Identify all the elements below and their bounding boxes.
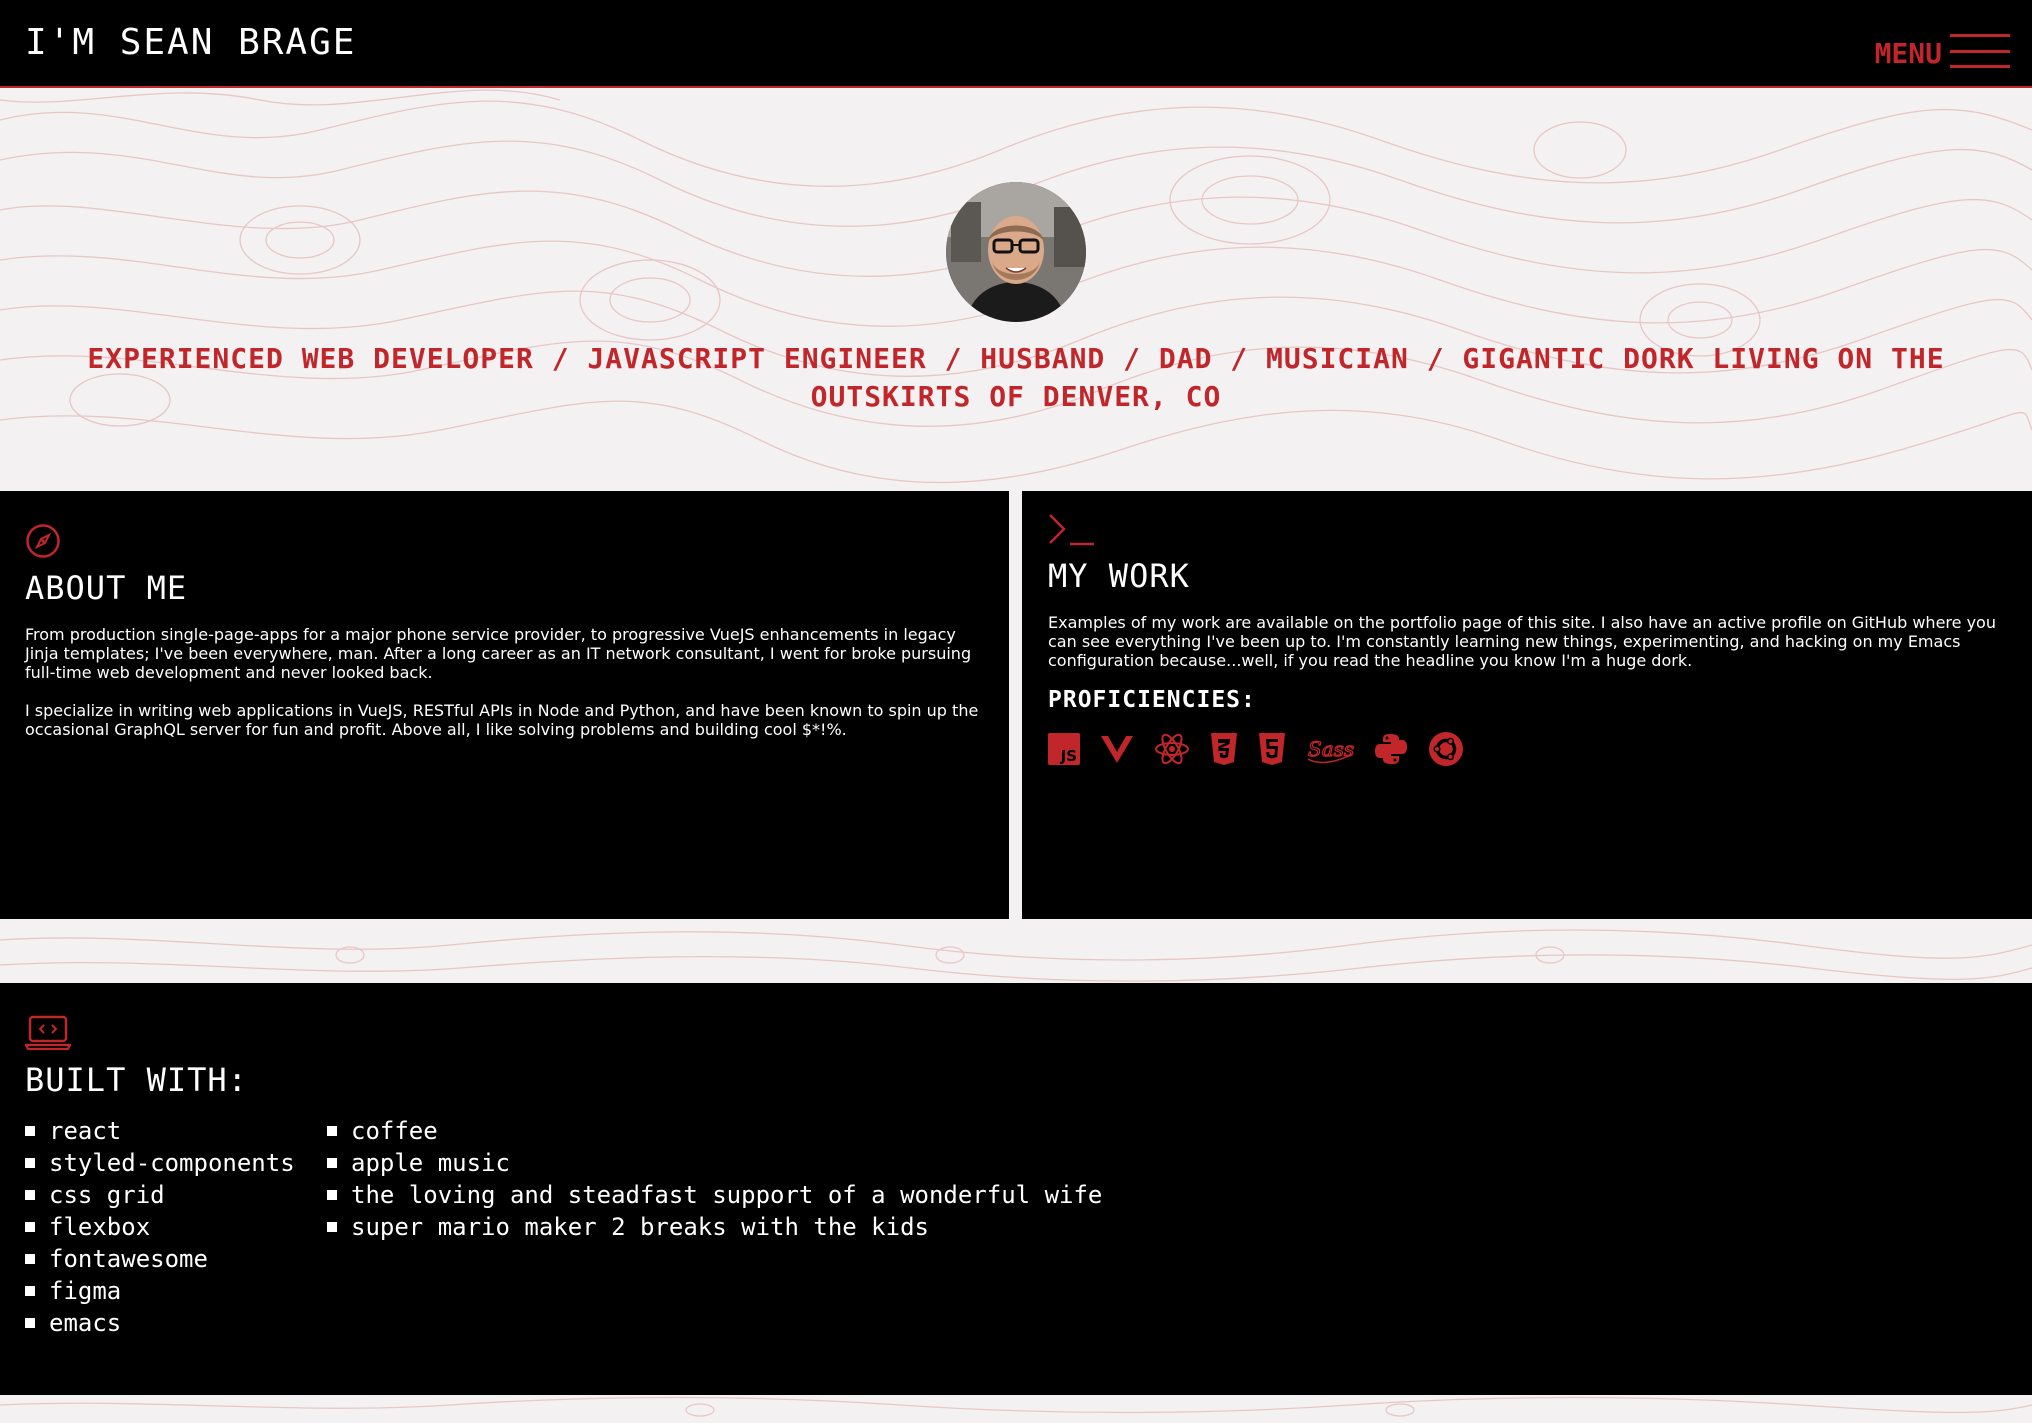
headline-tagline: EXPERIENCED WEB DEVELOPER / JAVASCRIPT E… — [87, 342, 1945, 413]
built-with-list-2: coffee apple music the loving and steadf… — [327, 1115, 1102, 1243]
proficiencies-icons: JS Sass — [1048, 731, 1484, 767]
list-item: react — [25, 1115, 295, 1147]
list-item: super mario maker 2 breaks with the kids — [327, 1211, 1102, 1243]
list-item: emacs — [25, 1307, 295, 1339]
list-item: flexbox — [25, 1211, 295, 1243]
compass-icon — [25, 523, 61, 563]
list-item: figma — [25, 1275, 295, 1307]
js-icon: JS — [1048, 732, 1080, 766]
html5-icon — [1258, 732, 1286, 766]
about-title: ABOUT ME — [25, 569, 188, 607]
menu-label: MENU — [1874, 37, 1942, 70]
list-item: fontawesome — [25, 1243, 295, 1275]
built-with-list-1: react styled-components css grid flexbox… — [25, 1115, 295, 1339]
work-paragraph: Examples of my work are available on the… — [1048, 613, 1996, 670]
list-item: css grid — [25, 1179, 295, 1211]
sass-icon: Sass — [1306, 732, 1354, 766]
about-paragraph-2: I specialize in writing web applications… — [25, 701, 979, 739]
hero-section: EXPERIENCED WEB DEVELOPER / JAVASCRIPT E… — [0, 90, 2032, 490]
built-with-panel: BUILT WITH: react styled-components css … — [0, 983, 2032, 1395]
python-icon — [1374, 732, 1408, 766]
ubuntu-icon — [1428, 731, 1464, 767]
built-with-title: BUILT WITH: — [25, 1061, 248, 1099]
list-item: coffee — [327, 1115, 1102, 1147]
site-title[interactable]: I'M SEAN BRAGE — [25, 22, 356, 63]
site-header: I'M SEAN BRAGE MENU — [0, 0, 2032, 88]
list-item: apple music — [327, 1147, 1102, 1179]
about-paragraph-1: From production single-page-apps for a m… — [25, 625, 972, 682]
laptop-code-icon — [24, 1015, 72, 1055]
menu-button[interactable]: MENU — [1875, 28, 2010, 68]
list-item: the loving and steadfast support of a wo… — [327, 1179, 1102, 1211]
svg-text:Sass: Sass — [1308, 737, 1354, 761]
list-item: styled-components — [25, 1147, 295, 1179]
css3-icon — [1210, 732, 1238, 766]
proficiencies-title: PROFICIENCIES: — [1048, 687, 1256, 713]
work-panel: MY WORK Examples of my work are availabl… — [1022, 491, 2032, 919]
about-panel: ABOUT ME From production single-page-app… — [0, 491, 1009, 919]
vue-icon — [1100, 734, 1134, 764]
terminal-icon — [1048, 513, 1096, 551]
svg-text:JS: JS — [1060, 747, 1077, 765]
avatar — [946, 182, 1086, 322]
react-icon — [1154, 732, 1190, 766]
work-title: MY WORK — [1048, 557, 1190, 595]
hamburger-icon — [1950, 32, 2010, 68]
